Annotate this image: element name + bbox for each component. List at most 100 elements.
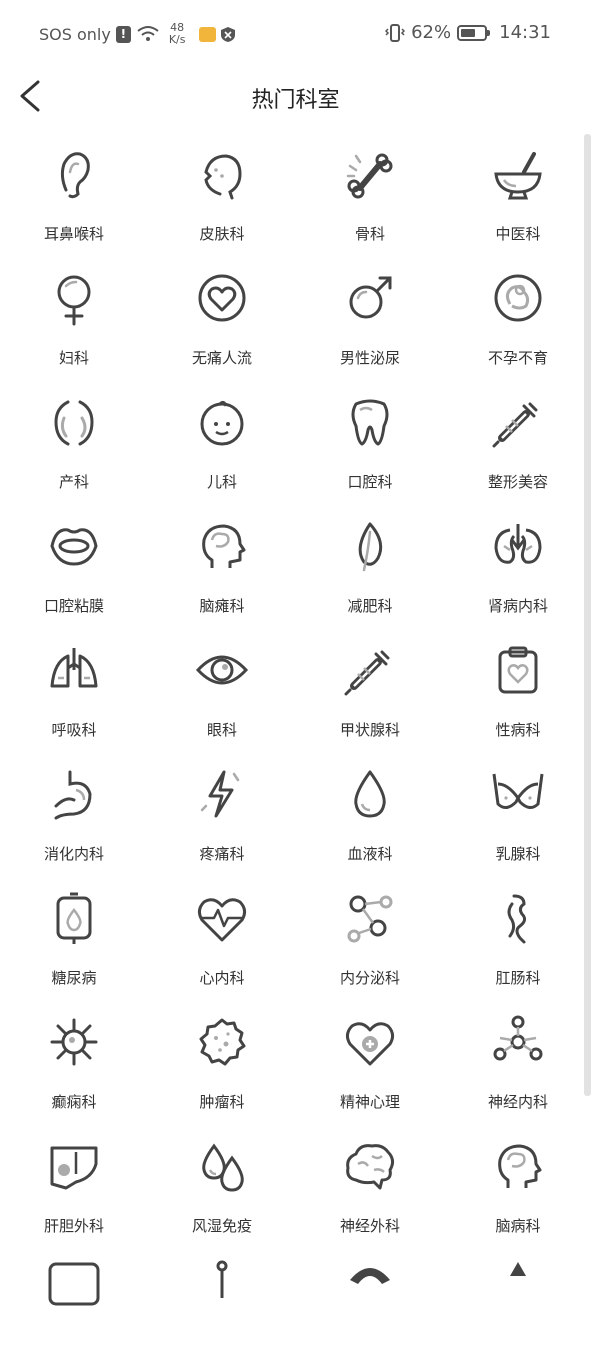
scrollbar[interactable] — [584, 134, 591, 1096]
iv-bag-icon — [56, 892, 92, 944]
department-item[interactable]: 减肥科 — [296, 502, 444, 626]
clock: 14:31 — [499, 22, 551, 43]
department-item[interactable]: 血液科 — [296, 750, 444, 874]
department-label: 脑瘫科 — [199, 597, 245, 615]
department-label: 肿瘤科 — [199, 1093, 245, 1111]
department-item[interactable]: 皮肤科 — [148, 130, 296, 254]
department-item-partial[interactable] — [0, 1246, 148, 1370]
heart-circle-icon — [198, 274, 246, 322]
department-label: 疼痛科 — [199, 845, 245, 863]
department-label: 性病科 — [495, 721, 541, 739]
vibrate-icon — [385, 23, 406, 42]
syringe-icon — [344, 650, 390, 696]
department-label: 肛肠科 — [495, 969, 541, 987]
department-item[interactable]: 风湿免疫 — [148, 1122, 296, 1246]
lightning-icon — [200, 770, 240, 818]
female-icon — [57, 275, 91, 326]
department-label: 口腔粘膜 — [43, 597, 104, 615]
bra-icon — [492, 773, 544, 809]
department-label: 中医科 — [495, 225, 541, 243]
department-label: 血液科 — [347, 845, 393, 863]
department-label: 不孕不育 — [487, 349, 548, 367]
department-item[interactable]: 肿瘤科 — [148, 998, 296, 1122]
tumor-icon — [199, 1018, 246, 1066]
department-label: 内分泌科 — [339, 969, 400, 987]
header: 热门科室 — [0, 66, 591, 126]
heart-cross-icon — [345, 1022, 395, 1066]
male-icon — [349, 276, 392, 319]
department-item-partial[interactable] — [444, 1246, 591, 1370]
partial-icon — [216, 1260, 228, 1298]
net-speed-unit: K/s — [168, 33, 186, 46]
department-item[interactable]: 骨科 — [296, 130, 444, 254]
department-item[interactable]: 内分泌科 — [296, 874, 444, 998]
department-item[interactable]: 糖尿病 — [0, 874, 148, 998]
department-item[interactable]: 肾病内科 — [444, 502, 591, 626]
department-item[interactable]: 肛肠科 — [444, 874, 591, 998]
department-label: 甲状腺科 — [339, 721, 400, 739]
department-label: 儿科 — [206, 473, 237, 491]
mouth-icon — [50, 528, 98, 566]
department-item[interactable]: 呼吸科 — [0, 626, 148, 750]
stomach-icon — [54, 770, 92, 820]
page-title: 热门科室 — [251, 88, 340, 113]
department-label: 精神心理 — [339, 1093, 400, 1111]
department-label: 糖尿病 — [51, 969, 97, 987]
eye-icon — [195, 655, 249, 685]
department-item[interactable]: 男性泌尿 — [296, 254, 444, 378]
partial-icon — [350, 1268, 390, 1284]
department-item[interactable]: 无痛人流 — [148, 254, 296, 378]
department-item[interactable]: 口腔粘膜 — [0, 502, 148, 626]
department-label: 眼科 — [206, 721, 237, 739]
carrier-text: SOS only — [39, 24, 111, 44]
department-item[interactable]: 脑瘫科 — [148, 502, 296, 626]
department-item-partial[interactable] — [148, 1246, 296, 1370]
department-label: 脑病科 — [495, 1217, 541, 1235]
department-label: 癫痫科 — [51, 1093, 97, 1111]
department-item[interactable]: 脑病科 — [444, 1122, 591, 1246]
department-item[interactable]: 整形美容 — [444, 378, 591, 502]
department-item[interactable]: 耳鼻喉科 — [0, 130, 148, 254]
liver-icon — [50, 1146, 98, 1190]
department-item[interactable]: 神经外科 — [296, 1122, 444, 1246]
drop-icon — [354, 770, 386, 818]
battery-tip — [487, 29, 491, 36]
notification-icon — [198, 26, 216, 42]
alert-icon: ! — [115, 25, 131, 43]
department-item[interactable]: 神经内科 — [444, 998, 591, 1122]
department-label: 肝胆外科 — [43, 1217, 104, 1235]
department-label: 风湿免疫 — [191, 1217, 252, 1235]
lungs-icon — [50, 648, 98, 688]
partial-icon — [48, 1262, 100, 1306]
department-item[interactable]: 不孕不育 — [444, 254, 591, 378]
department-item[interactable]: 儿科 — [148, 378, 296, 502]
department-item[interactable]: 肝胆外科 — [0, 1122, 148, 1246]
battery-fill — [461, 28, 475, 37]
department-item[interactable]: 中医科 — [444, 130, 591, 254]
department-label: 消化内科 — [43, 845, 104, 863]
department-label: 妇科 — [58, 349, 89, 367]
ear-icon — [60, 152, 90, 199]
department-item-partial[interactable] — [296, 1246, 444, 1370]
department-item[interactable]: 消化内科 — [0, 750, 148, 874]
department-item[interactable]: 乳腺科 — [444, 750, 591, 874]
department-item[interactable]: 甲状腺科 — [296, 626, 444, 750]
department-item[interactable]: 口腔科 — [296, 378, 444, 502]
heartbeat-icon — [197, 898, 247, 942]
department-label: 产科 — [58, 473, 89, 491]
department-item[interactable]: 产科 — [0, 378, 148, 502]
head-brain-icon — [498, 1144, 542, 1188]
department-item[interactable]: 精神心理 — [296, 998, 444, 1122]
department-item[interactable]: 妇科 — [0, 254, 148, 378]
department-item[interactable]: 疼痛科 — [148, 750, 296, 874]
department-item[interactable]: 眼科 — [148, 626, 296, 750]
battery-percent: 62% — [411, 22, 452, 43]
department-label: 神经外科 — [339, 1217, 400, 1235]
department-label: 整形美容 — [487, 473, 548, 491]
department-item[interactable]: 癫痫科 — [0, 998, 148, 1122]
brain-icon — [346, 1144, 395, 1190]
department-item[interactable]: 心内科 — [148, 874, 296, 998]
department-label: 心内科 — [199, 969, 245, 987]
department-item[interactable]: 性病科 — [444, 626, 591, 750]
neuron-icon — [493, 1015, 543, 1061]
